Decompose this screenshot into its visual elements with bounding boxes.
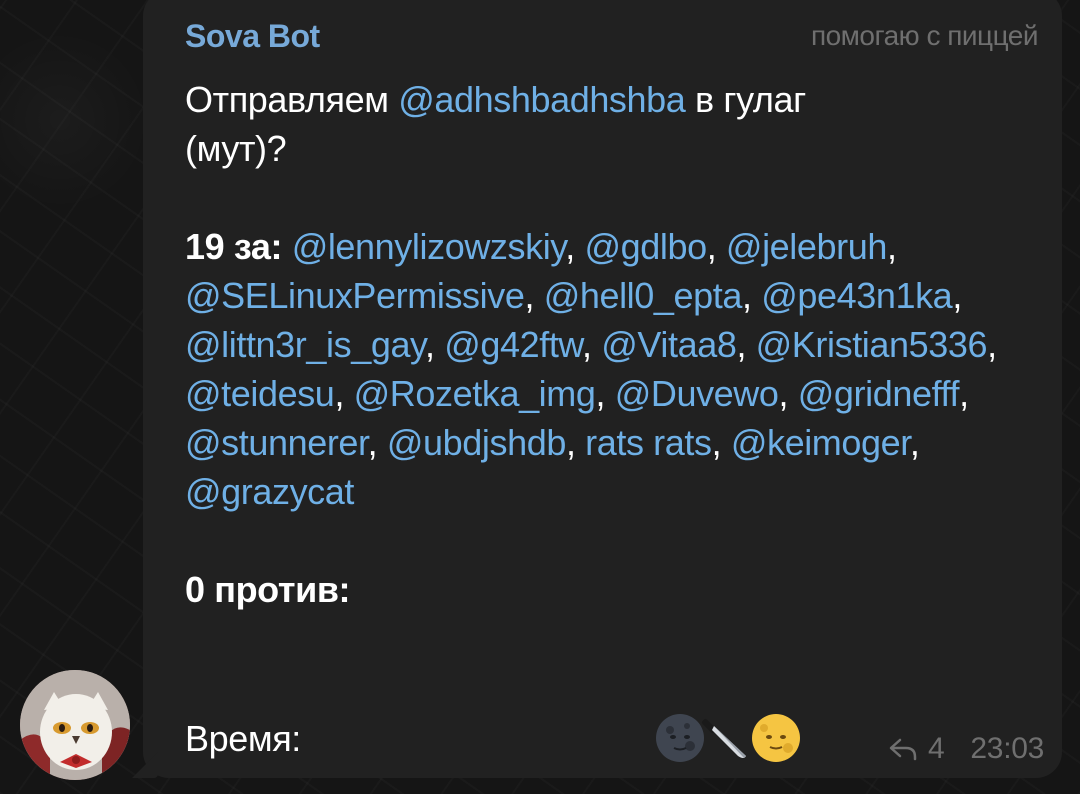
voter-separator: , bbox=[565, 226, 575, 267]
sender-avatar[interactable] bbox=[20, 670, 130, 780]
voter-mention-link[interactable]: @pe43n1ka bbox=[761, 275, 953, 316]
voter-separator: , bbox=[582, 324, 592, 365]
voter-separator: , bbox=[741, 275, 752, 316]
voter-separator: , bbox=[959, 373, 969, 414]
full-moon-face-icon[interactable] bbox=[750, 712, 802, 764]
voter-separator: , bbox=[778, 373, 789, 414]
time-label: Время: bbox=[185, 718, 301, 759]
sender-name[interactable]: Sova Bot bbox=[185, 18, 320, 55]
new-moon-face-icon[interactable] bbox=[654, 712, 706, 764]
voter-separator: , bbox=[595, 373, 606, 414]
voter-mention-link[interactable]: @hell0_epta bbox=[544, 275, 743, 316]
reply-count: 4 bbox=[928, 732, 945, 765]
voter-mention-link[interactable]: @ubdjshdb bbox=[387, 422, 566, 463]
reply-icon[interactable] bbox=[888, 736, 918, 762]
voter-mention-link[interactable]: @Kristian5336 bbox=[756, 324, 988, 365]
votes-against-label: 0 против: bbox=[185, 569, 351, 610]
voters-paragraph: 19 за: @lennylizowzskiy, @gdlbo, @jelebr… bbox=[185, 222, 1055, 516]
intro-prefix: Отправляем bbox=[185, 79, 389, 120]
intro-line: Отправляем @adhshbadhshba в гулаг bbox=[185, 75, 1055, 124]
voter-mention-link[interactable]: @gridnefff bbox=[798, 373, 960, 414]
reactions[interactable] bbox=[654, 712, 804, 764]
admin-title: помогаю с пиццей bbox=[810, 20, 1039, 51]
owl-avatar-icon bbox=[20, 670, 130, 780]
voter-separator: , bbox=[886, 226, 897, 267]
voter-separator: , bbox=[425, 324, 435, 365]
target-mention-link[interactable]: @adhshbadhshba bbox=[398, 79, 686, 120]
voter-separator: , bbox=[952, 275, 962, 316]
voter-mention-link[interactable]: rats rats bbox=[585, 422, 712, 463]
voter-separator: , bbox=[711, 422, 722, 463]
voter-separator: , bbox=[565, 422, 576, 463]
voter-separator: , bbox=[736, 324, 747, 365]
voter-mention-link[interactable]: @Vitaa8 bbox=[601, 324, 737, 365]
voter-separator: , bbox=[524, 275, 535, 316]
voter-mention-link[interactable]: @littn3r_is_gay bbox=[185, 324, 425, 365]
voter-mention-link[interactable]: @grazycat bbox=[185, 471, 354, 512]
voter-mention-link[interactable]: @teidesu bbox=[185, 373, 335, 414]
voter-mention-link[interactable]: @Duvewo bbox=[615, 373, 779, 414]
message-text: Отправляем @adhshbadhshba в гулаг (мут)?… bbox=[185, 75, 1055, 614]
intro-suffix: в гулаг bbox=[695, 79, 806, 120]
voter-mention-link[interactable]: @lennylizowzskiy bbox=[292, 226, 566, 267]
voter-mention-link[interactable]: @stunnerer bbox=[185, 422, 368, 463]
kitchen-knife-icon[interactable] bbox=[700, 712, 752, 764]
voter-mention-link[interactable]: @g42ftw bbox=[444, 324, 582, 365]
voter-separator: , bbox=[987, 324, 997, 365]
voter-mention-link[interactable]: @gdlbo bbox=[584, 226, 707, 267]
voters-list: @lennylizowzskiy, @gdlbo, @jelebruh, @SE… bbox=[185, 226, 997, 512]
voter-separator: , bbox=[909, 422, 920, 463]
voter-mention-link[interactable]: @jelebruh bbox=[726, 226, 887, 267]
message-timestamp: 23:03 bbox=[970, 732, 1044, 765]
intro-line-2: (мут)? bbox=[185, 128, 287, 169]
voter-separator: , bbox=[334, 373, 345, 414]
voter-mention-link[interactable]: @keimoger bbox=[731, 422, 910, 463]
votes-for-label: 19 за: bbox=[185, 226, 283, 267]
message-meta: 4 23:03 bbox=[888, 732, 1044, 766]
voter-mention-link[interactable]: @Rozetka_img bbox=[354, 373, 596, 414]
voter-mention-link[interactable]: @SELinuxPermissive bbox=[185, 275, 525, 316]
voter-separator: , bbox=[367, 422, 378, 463]
voter-separator: , bbox=[706, 226, 717, 267]
